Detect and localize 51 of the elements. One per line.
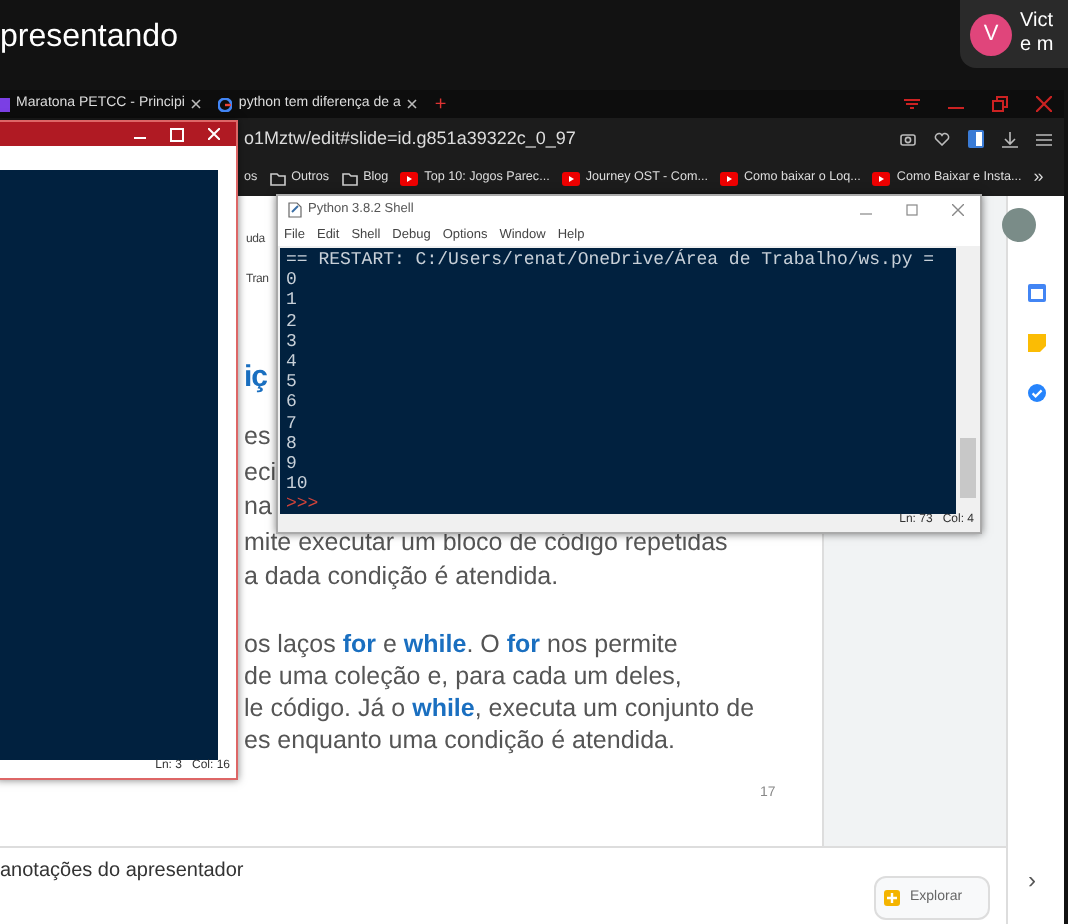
- folder-icon: [341, 171, 358, 185]
- next-button[interactable]: ›: [1028, 862, 1036, 898]
- output-line: 8: [286, 433, 299, 455]
- notification-text: e m: [1020, 34, 1054, 58]
- camera-icon[interactable]: [900, 132, 916, 146]
- shell-prompt: >>>: [286, 494, 321, 516]
- tasks-icon[interactable]: [1027, 384, 1045, 402]
- slide-paragraph-line: os laços for e while. O for nos permite: [244, 629, 678, 659]
- avatar-circle: V: [970, 13, 1012, 55]
- output-line: 0: [286, 270, 299, 291]
- slide-paragraph-line: de uma coleção e, para cada um deles,: [244, 661, 682, 691]
- heart-icon[interactable]: [934, 132, 950, 146]
- folder-icon: [269, 171, 286, 185]
- slide-heading: iç: [244, 358, 268, 398]
- output-line: 9: [286, 454, 299, 475]
- python-file-icon: [288, 202, 302, 218]
- video-icon: [561, 171, 580, 185]
- output-line: 3: [286, 331, 299, 353]
- calendar-icon[interactable]: [1027, 284, 1045, 302]
- output-line: 5: [286, 372, 299, 393]
- output-line: 2: [286, 311, 299, 332]
- output-line: 1: [286, 290, 299, 312]
- bookmarks-overflow-button[interactable]: »: [1033, 164, 1068, 192]
- video-icon: [400, 171, 419, 185]
- slide-paragraph-line: le código. Já o while, executa um conjunto de: [244, 693, 755, 723]
- download-icon[interactable]: [1002, 131, 1018, 147]
- slide-paragraph-line: es enquanto uma condição é atendida.: [244, 725, 675, 755]
- restore-icon[interactable]: [992, 96, 1008, 112]
- output-line: 4: [286, 352, 299, 373]
- new-tab-button[interactable]: +: [426, 89, 455, 119]
- menu-icon[interactable]: [904, 98, 920, 110]
- slides-icon: [0, 97, 10, 111]
- slide-paragraph-line: mite executar um bloco de código repetidas: [244, 527, 728, 557]
- notification-text: Vict: [1020, 10, 1054, 34]
- output-line: 6: [286, 392, 299, 414]
- output-line: 10: [286, 474, 310, 495]
- output-line: == RESTART: C:/Users/renat/OneDrive/Área de Trabalho/ws.py =: [286, 250, 937, 271]
- video-icon: [719, 171, 738, 185]
- video-icon: [872, 171, 891, 185]
- slide-paragraph-line: eci: [244, 457, 276, 487]
- close-icon[interactable]: [190, 98, 203, 110]
- speaker-notes-label[interactable]: anotações do apresentador: [0, 856, 244, 886]
- slide-paragraph-line: es: [244, 422, 271, 452]
- close-icon[interactable]: [406, 98, 419, 110]
- presentation-title: presentando: [0, 18, 178, 58]
- google-icon: [218, 97, 233, 111]
- extension-icon[interactable]: [968, 130, 984, 148]
- slide-paragraph-line: na: [244, 492, 272, 522]
- output-line: 7: [286, 413, 299, 434]
- explore-icon: [884, 890, 900, 906]
- slide-paragraph-line: a dada condição é atendida.: [244, 562, 559, 592]
